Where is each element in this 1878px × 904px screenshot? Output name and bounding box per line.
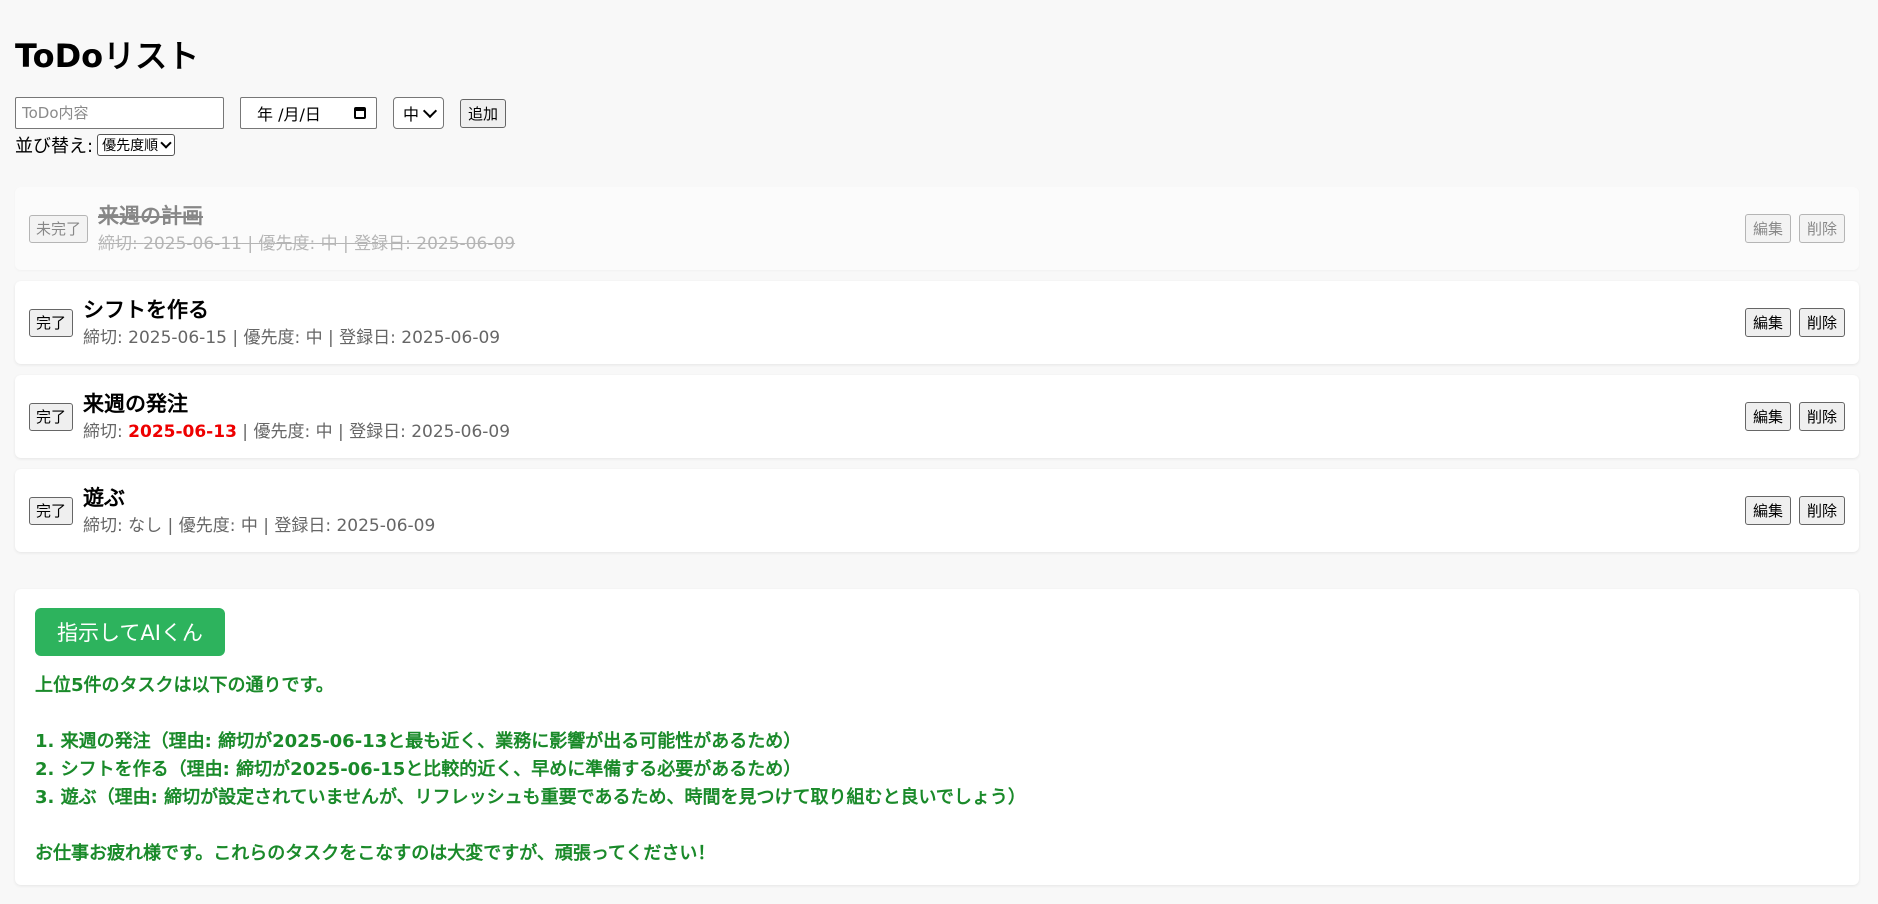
add-button[interactable]: 追加 bbox=[460, 98, 507, 128]
todo-text: 来週の計画 締切: 2025-06-11 | 優先度: 中 | 登録日: 202… bbox=[98, 201, 515, 257]
toggle-complete-button[interactable]: 完了 bbox=[29, 402, 74, 431]
toggle-complete-button[interactable]: 完了 bbox=[29, 308, 74, 337]
edit-button[interactable]: 編集 bbox=[1744, 402, 1791, 431]
todo-text: シフトを作る 締切: 2025-06-15 | 優先度: 中 | 登録日: 20… bbox=[83, 295, 500, 351]
todo-title: 来週の発注 bbox=[83, 391, 189, 416]
sort-label: 並び替え: bbox=[15, 136, 94, 157]
deadline-prefix: 締切: bbox=[83, 515, 129, 536]
todo-item: 未完了 来週の計画 締切: 2025-06-11 | 優先度: 中 | 登録日:… bbox=[15, 187, 1859, 270]
edit-button[interactable]: 編集 bbox=[1744, 308, 1791, 337]
chevron-down-icon bbox=[422, 103, 438, 118]
edit-button[interactable]: 編集 bbox=[1744, 496, 1791, 525]
todo-actions: 編集 削除 bbox=[1744, 496, 1845, 525]
delete-button[interactable]: 削除 bbox=[1798, 308, 1845, 337]
deadline-value: なし bbox=[128, 515, 163, 536]
todo-actions: 編集 削除 bbox=[1744, 308, 1845, 337]
page-title: ToDoリスト bbox=[15, 37, 200, 75]
todo-meta: 締切: 2025-06-11 | 優先度: 中 | 登録日: 2025-06-0… bbox=[98, 231, 515, 257]
delete-button[interactable]: 削除 bbox=[1798, 214, 1845, 243]
todo-list: 未完了 来週の計画 締切: 2025-06-11 | 優先度: 中 | 登録日:… bbox=[15, 187, 1859, 563]
todo-title: 遊ぶ bbox=[83, 485, 126, 510]
edit-button[interactable]: 編集 bbox=[1744, 214, 1791, 243]
ai-response-text: 上位5件のタスクは以下の通りです。 1. 来週の発注（理由: 締切が2025-0… bbox=[35, 675, 1026, 864]
delete-button[interactable]: 削除 bbox=[1798, 402, 1845, 431]
deadline-value: 2025-06-11 bbox=[143, 233, 242, 254]
priority-select[interactable]: 中 bbox=[393, 97, 445, 129]
calendar-icon[interactable] bbox=[354, 107, 366, 119]
deadline-date-input[interactable]: 年 /月/日 bbox=[240, 97, 377, 129]
ask-ai-button[interactable]: 指示してAIくん bbox=[35, 608, 225, 656]
todo-meta-rest: | 優先度: 中 | 登録日: 2025-06-09 bbox=[226, 327, 501, 348]
deadline-prefix: 締切: bbox=[98, 233, 144, 254]
todo-app: ToDoリスト 年 /月/日 中 追加 並び替え: 優先度順 未完了 来週の計画… bbox=[0, 0, 1878, 904]
todo-actions: 編集 削除 bbox=[1744, 402, 1845, 431]
delete-button[interactable]: 削除 bbox=[1798, 496, 1845, 525]
todo-title: シフトを作る bbox=[83, 297, 210, 322]
todo-meta-rest: | 優先度: 中 | 登録日: 2025-06-09 bbox=[162, 515, 436, 536]
ai-panel: 指示してAIくん 上位5件のタスクは以下の通りです。 1. 来週の発注（理由: … bbox=[15, 589, 1859, 885]
todo-actions: 編集 削除 bbox=[1744, 214, 1845, 243]
date-placeholder: 年 /月/日 bbox=[257, 105, 321, 124]
todo-meta-rest: | 優先度: 中 | 登録日: 2025-06-09 bbox=[236, 421, 511, 442]
deadline-prefix: 締切: bbox=[83, 327, 129, 348]
sort-control: 並び替え: 優先度順 bbox=[15, 132, 176, 158]
todo-item: 完了 遊ぶ 締切: なし | 優先度: 中 | 登録日: 2025-06-09 … bbox=[15, 469, 1859, 552]
toggle-complete-button[interactable]: 未完了 bbox=[29, 214, 89, 243]
priority-selected-value: 中 bbox=[403, 105, 420, 124]
todo-meta: 締切: 2025-06-15 | 優先度: 中 | 登録日: 2025-06-0… bbox=[83, 325, 500, 351]
todo-meta: 締切: 2025-06-13 | 優先度: 中 | 登録日: 2025-06-0… bbox=[83, 419, 510, 445]
add-todo-form: 年 /月/日 中 追加 bbox=[15, 96, 507, 130]
sort-select[interactable]: 優先度順 bbox=[97, 134, 176, 156]
todo-text: 来週の発注 締切: 2025-06-13 | 優先度: 中 | 登録日: 202… bbox=[83, 389, 510, 445]
deadline-prefix: 締切: bbox=[83, 421, 129, 442]
sort-selected-value: 優先度順 bbox=[102, 138, 159, 154]
todo-text: 遊ぶ 締切: なし | 優先度: 中 | 登録日: 2025-06-09 bbox=[83, 483, 435, 539]
todo-item: 完了 来週の発注 締切: 2025-06-13 | 優先度: 中 | 登録日: … bbox=[15, 375, 1859, 458]
toggle-complete-button[interactable]: 完了 bbox=[29, 496, 74, 525]
deadline-value: 2025-06-15 bbox=[128, 327, 227, 348]
chevron-down-icon bbox=[160, 137, 172, 149]
todo-meta: 締切: なし | 優先度: 中 | 登録日: 2025-06-09 bbox=[83, 513, 435, 539]
deadline-value-overdue: 2025-06-13 bbox=[128, 421, 237, 442]
todo-item: 完了 シフトを作る 締切: 2025-06-15 | 優先度: 中 | 登録日:… bbox=[15, 281, 1859, 364]
todo-meta-rest: | 優先度: 中 | 登録日: 2025-06-09 bbox=[241, 233, 516, 254]
todo-title: 来週の計画 bbox=[98, 203, 204, 228]
todo-content-input[interactable] bbox=[15, 97, 224, 129]
